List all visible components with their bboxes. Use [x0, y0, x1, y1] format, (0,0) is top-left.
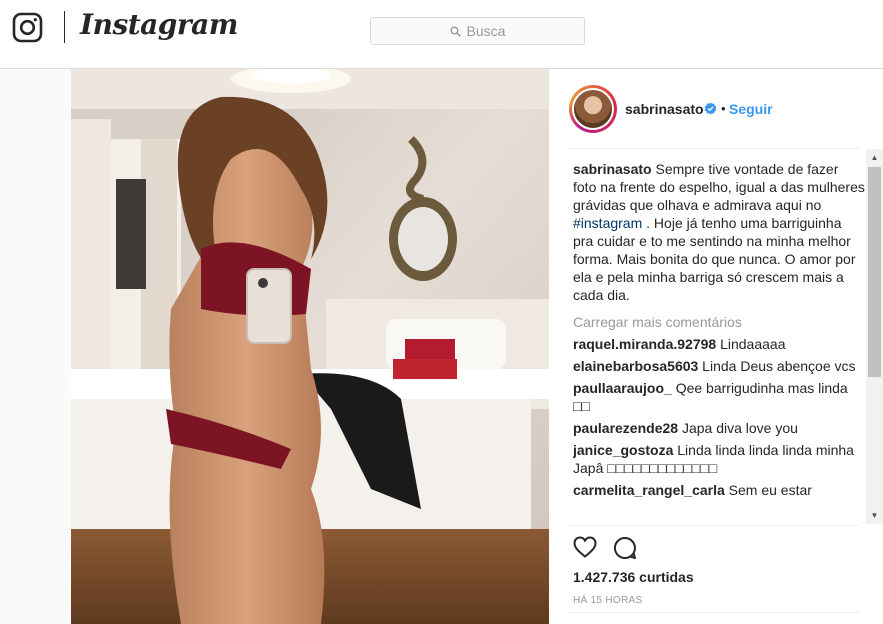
post-header: sabrinasato • Seguir — [549, 69, 883, 148]
post-timestamp[interactable]: HÁ 15 HORAS — [573, 595, 642, 606]
comment-item: paullaaraujoo_ Qee barrigudinha mas lind… — [573, 379, 865, 415]
caption-hashtag-link[interactable]: #instagram — [573, 215, 642, 231]
follow-button[interactable]: Seguir — [729, 101, 773, 117]
caption-username[interactable]: sabrinasato — [573, 161, 652, 177]
comment-text: Lindaaaaa — [716, 336, 786, 352]
avatar[interactable] — [572, 88, 614, 130]
instagram-wordmark[interactable]: Instagram — [80, 8, 238, 41]
comment-item: janice_gostoza Linda linda linda linda m… — [573, 441, 865, 477]
avatar-story-ring[interactable] — [569, 85, 617, 133]
heart-icon[interactable] — [573, 536, 597, 558]
search-placeholder: Busca — [466, 23, 506, 39]
top-navbar: Instagram Busca — [0, 0, 883, 69]
comment-item: paularezende28 Japa diva love you — [573, 419, 865, 437]
comment-username[interactable]: raquel.miranda.92798 — [573, 336, 716, 352]
comment-icon[interactable] — [613, 536, 637, 560]
comment-username[interactable]: carmelita_rangel_carla — [573, 482, 725, 498]
comments-list: sabrinasato Sempre tive vontade de fazer… — [573, 151, 865, 525]
search-icon — [450, 26, 461, 37]
post-author-username[interactable]: sabrinasato — [625, 101, 704, 117]
comment-username[interactable]: elainebarbosa5603 — [573, 358, 698, 374]
comment-text: Linda Deus abençoe vcs — [698, 358, 856, 374]
divider — [569, 148, 860, 149]
comment-item: elainebarbosa5603 Linda Deus abençoe vcs — [573, 357, 865, 375]
comment-item: carmelita_rangel_carla Sem eu estar — [573, 481, 865, 499]
divider — [569, 525, 860, 526]
logo-divider — [64, 11, 65, 43]
comment-username[interactable]: paularezende28 — [573, 420, 678, 436]
scroll-up-arrow-icon[interactable]: ▲ — [866, 149, 883, 166]
post-caption: sabrinasato Sempre tive vontade de fazer… — [573, 160, 865, 304]
comment-item: raquel.miranda.92798 Lindaaaaa — [573, 335, 865, 353]
comments-scrollbar[interactable]: ▲ ▼ — [866, 149, 883, 524]
comment-username[interactable]: janice_gostoza — [573, 442, 673, 458]
header-separator: • — [721, 101, 726, 116]
post-details-panel: sabrinasato • Seguir sabrinasato Sempre … — [549, 69, 883, 624]
verified-badge-icon — [704, 102, 717, 115]
scroll-thumb[interactable] — [868, 167, 881, 377]
scroll-down-arrow-icon[interactable]: ▼ — [866, 507, 883, 524]
comment-text: Japa diva love you — [678, 420, 798, 436]
comment-text: Sem eu estar — [724, 482, 812, 498]
divider — [569, 612, 860, 613]
comment-username[interactable]: paullaaraujoo_ — [573, 380, 672, 396]
search-input[interactable]: Busca — [370, 17, 585, 45]
likes-count[interactable]: 1.427.736 curtidas — [573, 569, 694, 585]
post-photo[interactable] — [71, 69, 549, 624]
load-more-comments-button[interactable]: Carregar mais comentários — [573, 313, 865, 331]
instagram-camera-icon[interactable] — [12, 12, 43, 43]
